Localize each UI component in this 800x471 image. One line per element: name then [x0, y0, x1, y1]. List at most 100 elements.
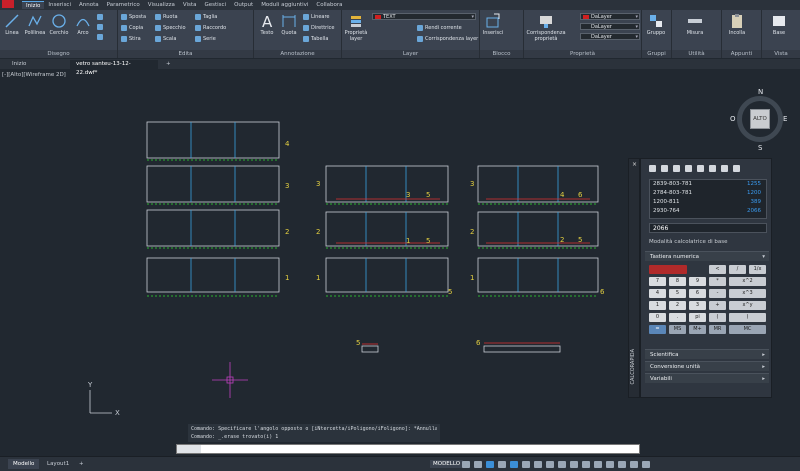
tab-collabora[interactable]: Collabora — [312, 1, 346, 9]
move-button[interactable]: Sposta — [120, 13, 146, 21]
paste-value-icon[interactable] — [673, 165, 680, 172]
panel-title-appunti[interactable]: Appunti — [722, 50, 761, 58]
clear-history-icon[interactable] — [661, 165, 668, 172]
group-button[interactable]: Gruppo — [645, 12, 667, 44]
ortho-icon[interactable] — [486, 461, 494, 468]
key-pi[interactable]: pi — [689, 313, 706, 322]
snap-icon[interactable] — [474, 461, 482, 468]
fillet-button[interactable]: Raccordo — [194, 24, 226, 32]
transparency-icon[interactable] — [546, 461, 554, 468]
make-current-button[interactable]: Rendi corrente — [416, 24, 462, 32]
tab-output[interactable]: Output — [230, 1, 257, 9]
viewcube[interactable]: ALTO N S E O — [730, 88, 789, 152]
key-reciprocal[interactable]: 1/x — [749, 265, 766, 274]
key-plus[interactable]: + — [709, 301, 726, 310]
calculator-input[interactable]: 2066 — [649, 223, 767, 233]
clear-icon[interactable] — [649, 165, 656, 172]
selection-cycling-icon[interactable] — [558, 461, 566, 468]
add-layout-button[interactable]: + — [74, 459, 89, 469]
dimension-button[interactable]: Quota — [278, 12, 300, 44]
trim-button[interactable]: Taglia — [194, 13, 217, 21]
tab-vista[interactable]: Vista — [179, 1, 201, 9]
leader-button[interactable]: Direttrice — [302, 24, 334, 32]
panel-title-edita[interactable]: Edita — [118, 50, 253, 58]
color-combo[interactable]: DaLayer — [580, 13, 640, 20]
panel-title-annotazione[interactable]: Annotazione — [254, 50, 341, 58]
rotate-button[interactable]: Ruota — [154, 13, 178, 21]
history-row[interactable]: 2930-764 2066 — [650, 207, 766, 216]
tab-parametrico[interactable]: Parametrico — [103, 1, 144, 9]
lineweight-icon[interactable] — [534, 461, 542, 468]
isolate-icon[interactable] — [606, 461, 614, 468]
layer-properties-button[interactable]: Proprietà layer — [344, 12, 368, 44]
base-view-button[interactable]: Base — [768, 12, 790, 44]
otrack-icon[interactable] — [522, 461, 530, 468]
key-0[interactable]: 0 — [649, 313, 666, 322]
command-input[interactable] — [203, 445, 633, 453]
panel-title-proprieta[interactable]: Proprietà — [524, 50, 641, 58]
compass-south[interactable]: S — [758, 144, 762, 152]
key-1[interactable]: 1 — [649, 301, 666, 310]
tab-annota[interactable]: Annota — [75, 1, 103, 9]
command-line-tools[interactable] — [177, 445, 201, 453]
key-9[interactable]: 9 — [689, 277, 706, 286]
key-clear[interactable] — [649, 265, 687, 274]
key-multiply[interactable]: * — [709, 277, 726, 286]
text-button[interactable]: A Testo — [256, 12, 278, 44]
arc-button[interactable]: Arco — [72, 12, 94, 44]
tab-layout1[interactable]: Layout1 — [42, 459, 74, 469]
compass-north[interactable]: N — [758, 88, 763, 96]
key-square[interactable]: x^2 — [729, 277, 766, 286]
history-row[interactable]: 2839-803-781 1255 — [650, 180, 766, 189]
stretch-button[interactable]: Stira — [120, 35, 141, 43]
tab-inizio[interactable]: Inizio — [22, 1, 45, 9]
table-button[interactable]: Tabella — [302, 35, 328, 43]
key-mc[interactable]: MC — [729, 325, 766, 334]
measure-button[interactable]: Misura — [684, 12, 706, 44]
tab-inserisci[interactable]: Inserisci — [44, 1, 75, 9]
key-divide[interactable]: / — [729, 265, 746, 274]
key-8[interactable]: 8 — [669, 277, 686, 286]
key-cube[interactable]: x^3 — [729, 289, 766, 298]
scale-button[interactable]: Scala — [154, 35, 176, 43]
panel-title-layer[interactable]: Layer — [342, 50, 479, 58]
menu-icon[interactable] — [642, 461, 650, 468]
key-mplus[interactable]: M+ — [689, 325, 706, 334]
polar-icon[interactable] — [498, 461, 506, 468]
linetype-combo[interactable]: DaLayer — [580, 23, 640, 30]
history-row[interactable]: 1200-811 389 — [650, 198, 766, 207]
key-backspace[interactable]: < — [709, 265, 726, 274]
angle-icon[interactable] — [709, 165, 716, 172]
linear-dim-button[interactable]: Lineare — [302, 13, 330, 21]
compass-east[interactable]: E — [783, 115, 787, 123]
key-power[interactable]: x^y — [729, 301, 766, 310]
key-2[interactable]: 2 — [669, 301, 686, 310]
key-ms[interactable]: MS — [669, 325, 686, 334]
key-5[interactable]: 5 — [669, 289, 686, 298]
calculator-title-strip[interactable]: × CALCORAPIDA — [628, 158, 640, 398]
key-close-paren[interactable]: ) — [729, 313, 766, 322]
panel-title-disegno[interactable]: Disegno — [0, 50, 117, 58]
distance-icon[interactable] — [697, 165, 704, 172]
lineweight-combo[interactable]: DaLayer — [580, 33, 640, 40]
app-logo-icon[interactable] — [2, 0, 14, 8]
gear-icon[interactable] — [594, 461, 602, 468]
model-space-toggle[interactable]: MODELLO — [430, 460, 464, 468]
paste-button[interactable]: Incolla — [726, 12, 748, 44]
polyline-button[interactable]: Polilinea — [24, 12, 46, 44]
section-keypad[interactable]: Tastiera numerica ▾ — [645, 251, 769, 261]
panel-title-vista[interactable]: Vista — [762, 50, 800, 58]
calculator-mode-label[interactable]: Modalità calcolatrice di base — [649, 239, 767, 248]
tab-model[interactable]: Modello — [8, 459, 40, 469]
layer-combo[interactable]: TEXT — [372, 13, 476, 20]
viewcube-top-face[interactable]: ALTO — [750, 109, 770, 129]
panel-title-utilita[interactable]: Utilità — [672, 50, 721, 58]
workspace-icon[interactable] — [582, 461, 590, 468]
insert-block-button[interactable]: Inserisci — [482, 12, 504, 44]
get-coordinates-icon[interactable] — [685, 165, 692, 172]
annotation-scale-icon[interactable] — [570, 461, 578, 468]
match-layer-button[interactable]: Corrispondenza layer — [416, 35, 478, 43]
key-minus[interactable]: - — [709, 289, 726, 298]
hatch-button[interactable] — [96, 23, 105, 31]
key-decimal[interactable]: . — [669, 313, 686, 322]
